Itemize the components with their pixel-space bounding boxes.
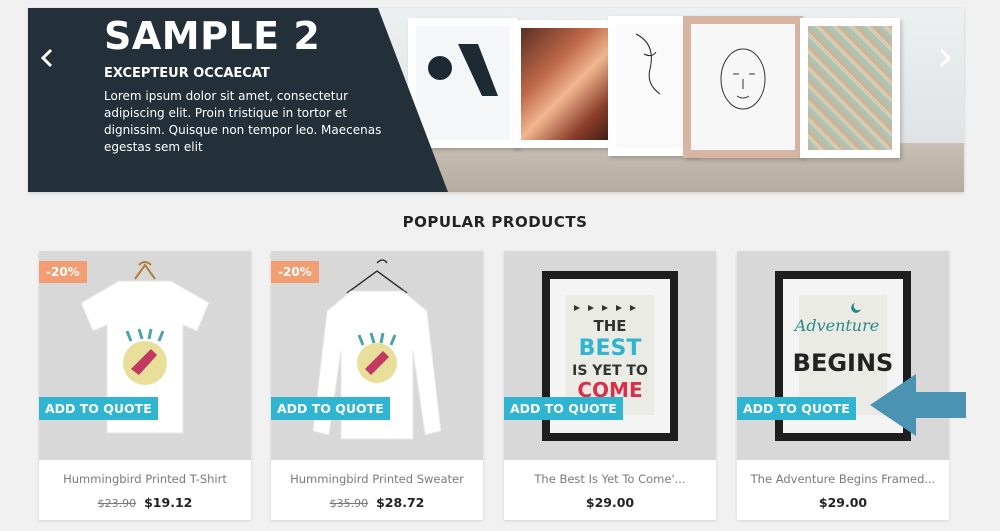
hero-carousel[interactable]: SAMPLE 2 EXCEPTEUR OCCAECAT Lorem ipsum …	[28, 8, 964, 192]
chevron-right-icon	[939, 48, 952, 68]
discount-badge: -20%	[39, 261, 87, 283]
chevron-left-icon	[40, 48, 53, 68]
product-info: Hummingbird Printed Sweater $35.90 $28.7…	[271, 460, 483, 520]
product-prices: $29.00	[737, 495, 949, 510]
product-prices: $29.00	[504, 495, 716, 510]
carousel-next-button[interactable]	[932, 46, 956, 70]
product-prices: $23.90 $19.12	[39, 495, 251, 510]
product-card[interactable]: THE BEST IS YET TO COME ADD TO QUOTE The…	[504, 251, 716, 520]
current-price: $28.72	[376, 495, 425, 510]
current-price: $29.00	[818, 495, 868, 510]
product-image[interactable]: -20% ADD TO QUOTE	[39, 251, 251, 460]
pointer-arrow-icon	[870, 374, 966, 436]
add-to-quote-button[interactable]: ADD TO QUOTE	[504, 397, 623, 420]
product-name[interactable]: The Best Is Yet To Come'...	[504, 472, 716, 486]
carousel-prev-button[interactable]	[36, 46, 60, 70]
product-image[interactable]: -20% ADD TO QUOTE	[271, 251, 483, 460]
svg-text:IS YET TO: IS YET TO	[572, 363, 648, 379]
current-price: $19.12	[144, 495, 193, 510]
product-image[interactable]: THE BEST IS YET TO COME ADD TO QUOTE	[504, 251, 716, 460]
carousel-description: Lorem ipsum dolor sit amet, consectetur …	[104, 89, 382, 154]
product-prices: $35.90 $28.72	[271, 495, 483, 510]
framed-poster-image: THE BEST IS YET TO COME	[542, 271, 678, 441]
carousel-subtitle: EXCEPTEUR OCCAECAT	[104, 66, 270, 81]
product-info: Hummingbird Printed T-Shirt $23.90 $19.1…	[39, 460, 251, 520]
product-info: The Best Is Yet To Come'... $29.00	[504, 460, 716, 520]
product-name[interactable]: Hummingbird Printed Sweater	[271, 472, 483, 486]
add-to-quote-button[interactable]: ADD TO QUOTE	[737, 397, 856, 420]
discount-badge: -20%	[271, 261, 319, 283]
svg-text:BEST: BEST	[579, 336, 642, 361]
page: SAMPLE 2 EXCEPTEUR OCCAECAT Lorem ipsum …	[15, 0, 975, 531]
product-name[interactable]: Hummingbird Printed T-Shirt	[39, 472, 251, 486]
product-name[interactable]: The Adventure Begins Framed...	[737, 472, 949, 486]
add-to-quote-button[interactable]: ADD TO QUOTE	[39, 397, 158, 420]
svg-text:BEGINS: BEGINS	[793, 349, 894, 377]
add-to-quote-button[interactable]: ADD TO QUOTE	[271, 397, 390, 420]
svg-text:Adventure: Adventure	[793, 316, 879, 335]
product-info: The Adventure Begins Framed... $29.00	[737, 460, 949, 520]
section-title: POPULAR PRODUCTS	[402, 213, 588, 231]
product-card[interactable]: -20% ADD TO QUOTE Hummingbird Printed T-…	[39, 251, 251, 520]
svg-text:THE: THE	[593, 317, 626, 335]
product-card[interactable]: -20% ADD TO QUOTE Hummingbird Printed Sw…	[271, 251, 483, 520]
current-price: $29.00	[585, 495, 635, 510]
carousel-title: SAMPLE 2	[104, 14, 321, 58]
regular-price: $23.90	[97, 497, 137, 510]
regular-price: $35.90	[329, 497, 369, 510]
